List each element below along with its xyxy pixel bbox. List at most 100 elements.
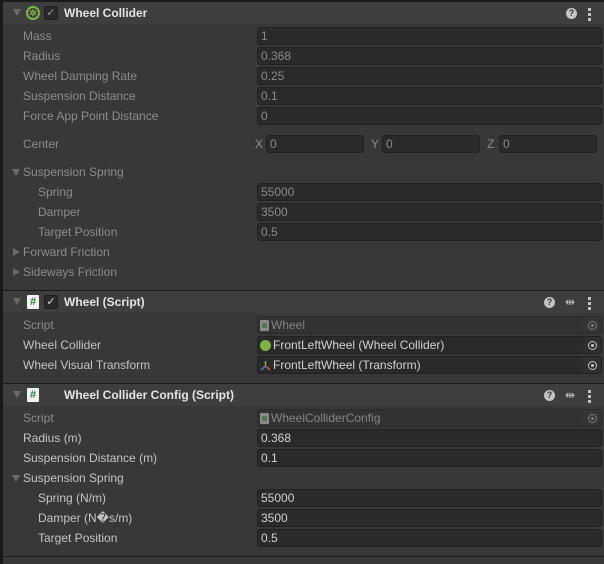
help-icon[interactable]: ? xyxy=(544,297,555,308)
field-row-wheel-visual-transform: Wheel Visual Transform FrontLeftWheel (T… xyxy=(3,355,604,375)
wheel-collider-header[interactable]: ✲ ✓ Wheel Collider ? xyxy=(3,1,604,24)
field-row-wheel-collider: Wheel Collider FrontLeftWheel (Wheel Col… xyxy=(3,335,604,355)
field-row-wheel-damping-rate: Wheel Damping Rate 0.25 xyxy=(3,66,604,86)
field-row-spring-n-m: Spring (N/m) 55000 xyxy=(3,488,604,508)
object-picker-button xyxy=(583,410,601,426)
y-label: Y xyxy=(371,137,380,151)
help-icon[interactable]: ? xyxy=(566,8,577,19)
suspension-distance-m-input[interactable]: 0.1 xyxy=(257,449,602,467)
wheel-collider-object-field[interactable]: FrontLeftWheel (Wheel Collider) xyxy=(257,336,602,354)
script-object-field: WheelColliderConfig xyxy=(257,409,602,427)
transform-icon xyxy=(260,361,271,371)
damper-input[interactable]: 3500 xyxy=(257,203,602,221)
field-row-mass: Mass 1 xyxy=(3,26,604,46)
wheel-collider-icon xyxy=(260,340,271,352)
damper-ns-m-input[interactable]: 3500 xyxy=(257,509,602,527)
object-picker-button[interactable] xyxy=(583,337,601,353)
field-row-target-position: Target Position 0.5 xyxy=(3,528,604,548)
field-label: Target Position xyxy=(38,225,118,239)
field-label: Wheel Damping Rate xyxy=(23,69,138,83)
field-row-script: Script WheelColliderConfig xyxy=(3,408,604,428)
foldout-label: Suspension Spring xyxy=(23,471,124,485)
field-row-center: Center X 0 Y 0 Z 0 xyxy=(3,134,604,154)
help-icon[interactable]: ? xyxy=(544,390,555,401)
component-separator xyxy=(3,556,604,557)
wheel-collider-config-header[interactable]: # Wheel Collider Config (Script) ? ⇹ xyxy=(3,383,604,406)
field-label: Suspension Distance xyxy=(23,89,136,103)
sideways-friction-foldout[interactable]: Sideways Friction xyxy=(3,262,604,282)
object-name: WheelColliderConfig xyxy=(271,411,381,425)
field-label: Force App Point Distance xyxy=(23,109,159,123)
suspension-spring-foldout[interactable]: Suspension Spring xyxy=(3,162,604,182)
kebab-menu-icon[interactable] xyxy=(588,390,591,404)
radius-m-input[interactable]: 0.368 xyxy=(257,429,602,447)
suspension-spring-foldout[interactable]: Suspension Spring xyxy=(3,468,604,488)
field-label: Spring xyxy=(38,185,73,199)
foldout-label: Sideways Friction xyxy=(23,265,118,279)
field-row-script: Script Wheel xyxy=(3,315,604,335)
radius-input[interactable]: 0.368 xyxy=(257,47,602,65)
presets-icon[interactable]: ⇹ xyxy=(565,296,579,310)
foldout-arrow-icon[interactable] xyxy=(13,248,20,256)
field-label: Center xyxy=(23,137,60,151)
foldout-label: Suspension Spring xyxy=(23,165,124,179)
foldout-arrow-icon[interactable] xyxy=(12,475,20,482)
field-label: Script xyxy=(23,318,54,332)
enable-checkbox[interactable]: ✓ xyxy=(44,6,58,20)
z-label: Z xyxy=(487,137,495,151)
field-label: Suspension Distance (m) xyxy=(23,451,158,465)
forward-friction-foldout[interactable]: Forward Friction xyxy=(3,242,604,262)
enable-checkbox[interactable]: ✓ xyxy=(44,295,58,309)
target-position-input[interactable]: 0.5 xyxy=(257,529,602,547)
spring-input[interactable]: 55000 xyxy=(257,183,602,201)
field-row-suspension-distance-m: Suspension Distance (m) 0.1 xyxy=(3,448,604,468)
field-row-target-position: Target Position 0.5 xyxy=(3,222,604,242)
center-z-input[interactable]: 0 xyxy=(499,135,597,153)
field-label: Target Position xyxy=(38,531,118,545)
wheel-collider-icon: ✲ xyxy=(26,6,40,20)
force-app-point-distance-input[interactable]: 0 xyxy=(257,107,602,125)
object-picker-button xyxy=(583,317,601,333)
field-label: Mass xyxy=(23,29,52,43)
center-y-input[interactable]: 0 xyxy=(382,135,480,153)
kebab-menu-icon[interactable] xyxy=(588,297,591,311)
component-title: Wheel (Script) xyxy=(64,295,145,309)
object-picker-button[interactable] xyxy=(583,357,601,373)
target-position-input[interactable]: 0.5 xyxy=(257,223,602,241)
field-row-radius: Radius 0.368 xyxy=(3,46,604,66)
mass-input[interactable]: 1 xyxy=(257,27,602,45)
suspension-distance-input[interactable]: 0.1 xyxy=(257,87,602,105)
field-label: Wheel Collider xyxy=(23,338,102,352)
csharp-script-icon: # xyxy=(27,388,39,402)
foldout-arrow-icon[interactable] xyxy=(13,391,21,398)
field-row-spring: Spring 55000 xyxy=(3,182,604,202)
field-label: Script xyxy=(23,411,54,425)
foldout-arrow-icon[interactable] xyxy=(13,9,21,16)
center-x-input[interactable]: 0 xyxy=(266,135,364,153)
wheel-visual-transform-object-field[interactable]: FrontLeftWheel (Transform) xyxy=(257,356,602,374)
x-label: X xyxy=(255,137,264,151)
script-object-field: Wheel xyxy=(257,316,602,334)
csharp-script-icon: # xyxy=(27,295,39,309)
field-row-force-app-point-distance: Force App Point Distance 0 xyxy=(3,106,604,126)
field-label: Wheel Visual Transform xyxy=(23,358,151,372)
wheel-damping-rate-input[interactable]: 0.25 xyxy=(257,67,602,85)
component-title: Wheel Collider xyxy=(64,6,148,20)
field-row-damper-ns-m: Damper (N�s/m) 3500 xyxy=(3,508,604,528)
script-asset-icon xyxy=(260,413,269,425)
script-asset-icon xyxy=(260,320,269,332)
spring-n-m-input[interactable]: 55000 xyxy=(257,489,602,507)
field-label: Spring (N/m) xyxy=(38,491,107,505)
kebab-menu-icon[interactable] xyxy=(588,8,591,22)
field-label: Damper xyxy=(38,205,81,219)
object-name: FrontLeftWheel (Transform) xyxy=(273,358,421,372)
presets-icon[interactable]: ⇹ xyxy=(565,389,579,403)
foldout-arrow-icon[interactable] xyxy=(12,169,20,176)
field-label: Damper (N�s/m) xyxy=(38,511,133,525)
object-name: Wheel xyxy=(271,318,306,332)
wheel-script-header[interactable]: # ✓ Wheel (Script) ? ⇹ xyxy=(3,290,604,313)
foldout-arrow-icon[interactable] xyxy=(13,268,20,276)
foldout-arrow-icon[interactable] xyxy=(13,298,21,305)
field-label: Radius (m) xyxy=(23,431,82,445)
component-title: Wheel Collider Config (Script) xyxy=(64,388,234,402)
